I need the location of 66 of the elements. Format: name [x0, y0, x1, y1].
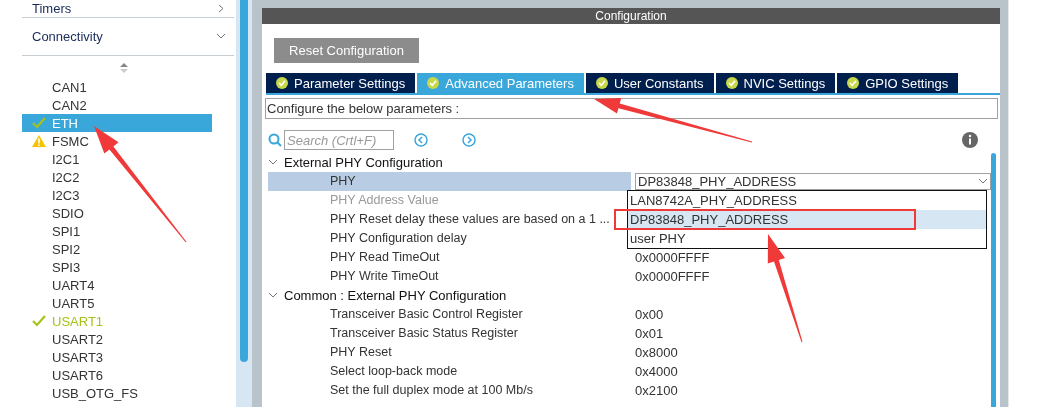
tab[interactable]: Parameter Settings — [266, 73, 416, 93]
parameter-value: 0x01 — [635, 326, 664, 341]
tab[interactable]: User Constants — [585, 73, 714, 93]
parameter-label[interactable]: PHY Read TimeOut — [268, 248, 631, 267]
parameter-label[interactable]: Select loop-back mode — [268, 362, 631, 381]
group-header[interactable]: Common : External PHY Configuration — [284, 288, 507, 303]
parameter-label[interactable]: Transceiver Basic Status Register — [268, 324, 631, 343]
parameter-value: 0x0000FFFF — [635, 269, 710, 284]
peripheral-item[interactable]: SDIO — [22, 204, 212, 222]
check-icon — [32, 315, 46, 327]
peripheral-item[interactable]: SPI3 — [22, 258, 212, 276]
parameter-value: 0x2100 — [635, 383, 678, 398]
parameter-label[interactable]: PHY Configuration delay — [268, 229, 631, 248]
search-icon[interactable] — [268, 133, 282, 147]
category-header[interactable]: Timers — [22, 0, 234, 18]
parameter-label[interactable]: Transceiver Basic Control Register — [268, 305, 631, 324]
peripheral-item[interactable]: USART2 — [22, 330, 212, 348]
next-icon[interactable] — [462, 133, 476, 147]
parameter-label[interactable]: PHY — [268, 172, 631, 191]
check-circle-icon — [427, 77, 440, 89]
parameter-value: 0x4000 — [635, 364, 678, 379]
chevron-down-icon[interactable] — [268, 159, 278, 166]
scrollbar-track[interactable] — [236, 0, 252, 407]
parameter-value: 0x8000 — [635, 345, 678, 360]
chevron-down-icon[interactable] — [978, 178, 988, 185]
warning-icon — [32, 135, 46, 147]
value-dropdown[interactable]: DP83848_PHY_ADDRESS — [635, 173, 991, 190]
peripheral-item[interactable]: UART5 — [22, 294, 212, 312]
chevron-down-icon[interactable] — [216, 33, 226, 40]
peripheral-item[interactable]: CAN1 — [22, 78, 212, 96]
previous-icon[interactable] — [414, 133, 428, 147]
check-circle-icon — [595, 77, 608, 89]
tab[interactable]: NVIC Settings — [715, 73, 836, 93]
peripheral-item[interactable]: USART6 — [22, 366, 212, 384]
chevron-right-icon[interactable] — [216, 5, 226, 12]
peripheral-item[interactable]: USB_OTG_FS — [22, 384, 212, 402]
tab[interactable]: GPIO Settings — [837, 73, 959, 93]
parameter-label[interactable]: PHY Reset delay these values are based on a 1 ... — [268, 210, 631, 229]
check-circle-icon — [847, 77, 860, 89]
check-circle-icon — [725, 77, 738, 89]
info-icon[interactable] — [962, 132, 978, 148]
parameter-label[interactable]: PHY Write TimeOut — [268, 267, 631, 286]
parameter-value: 0x00 — [635, 307, 664, 322]
sort-icon[interactable] — [119, 62, 129, 74]
chevron-down-icon[interactable] — [268, 292, 278, 299]
peripheral-item[interactable]: FSMC — [22, 132, 212, 150]
check-circle-icon — [276, 77, 288, 89]
peripheral-item[interactable]: CAN2 — [22, 96, 212, 114]
parameter-value: 0x0000FFFF — [635, 250, 710, 265]
peripheral-item[interactable]: SPI2 — [22, 240, 212, 258]
scrollbar-thumb[interactable] — [991, 153, 996, 407]
peripheral-item[interactable]: USART3 — [22, 348, 212, 366]
check-icon — [32, 117, 46, 129]
panel-title: Configuration — [262, 8, 1000, 24]
peripheral-item[interactable]: I2C3 — [22, 186, 212, 204]
peripheral-item[interactable]: I2C1 — [22, 150, 212, 168]
search-field[interactable]: Search (Crtl+F) — [284, 130, 394, 150]
peripheral-item[interactable]: SPI1 — [22, 222, 212, 240]
peripheral-item[interactable]: UART4 — [22, 276, 212, 294]
parameter-label[interactable]: PHY Reset — [268, 343, 631, 362]
category-header[interactable]: Connectivity — [22, 18, 234, 56]
group-header[interactable]: External PHY Configuration — [284, 155, 443, 170]
parameter-label[interactable]: Set the full duplex mode at 100 Mb/s — [268, 381, 631, 400]
description-field: Configure the below parameters : — [265, 98, 998, 119]
scrollbar-thumb[interactable] — [240, 0, 248, 362]
peripheral-item[interactable]: I2C2 — [22, 168, 212, 186]
